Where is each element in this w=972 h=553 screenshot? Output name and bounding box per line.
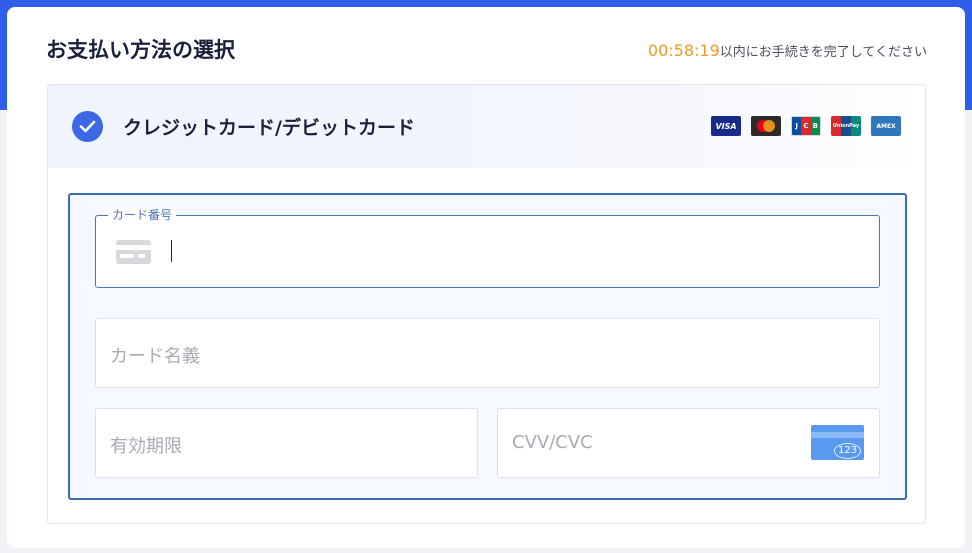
- text-cursor: [171, 240, 172, 262]
- card-brand-logos: VISA J C B UnionPay AMEX: [711, 116, 901, 136]
- amex-logo-icon: AMEX: [871, 116, 901, 136]
- payment-panel: お支払い方法の選択 00:58:19以内にお手続きを完了してください クレジット…: [7, 7, 965, 548]
- payment-method-header[interactable]: クレジットカード/デビットカード VISA J C B UnionPay AME…: [48, 85, 925, 168]
- countdown-timer: 00:58:19以内にお手続きを完了してください: [648, 41, 927, 60]
- checkmark-icon[interactable]: [72, 111, 103, 142]
- jcb-logo-icon: J C B: [791, 116, 821, 136]
- card-name-placeholder: カード名義: [110, 346, 200, 367]
- credit-card-icon: [116, 240, 151, 268]
- cvv-field[interactable]: CVV/CVC 123: [497, 408, 880, 478]
- payment-method-label: クレジットカード/デビットカード: [123, 117, 415, 139]
- expiry-field[interactable]: 有効期限: [95, 408, 478, 478]
- card-number-label: カード番号: [108, 208, 177, 222]
- countdown-text: 以内にお手続きを完了してください: [719, 45, 927, 60]
- visa-logo-icon: VISA: [711, 116, 741, 136]
- expiry-placeholder: 有効期限: [110, 436, 182, 457]
- card-form: カード番号 カード名義 有効期限 CVV/CVC 123: [68, 193, 907, 500]
- cvv-placeholder: CVV/CVC: [512, 432, 593, 453]
- cvv-hint-number: 123: [834, 443, 862, 459]
- countdown-time: 00:58:19: [647, 41, 720, 60]
- page-title: お支払い方法の選択: [46, 38, 235, 62]
- cvv-card-icon: 123: [811, 425, 864, 460]
- card-name-field[interactable]: カード名義: [95, 318, 880, 388]
- mastercard-logo-icon: [751, 116, 781, 136]
- card-number-field[interactable]: カード番号: [95, 208, 880, 288]
- unionpay-logo-icon: UnionPay: [831, 116, 861, 136]
